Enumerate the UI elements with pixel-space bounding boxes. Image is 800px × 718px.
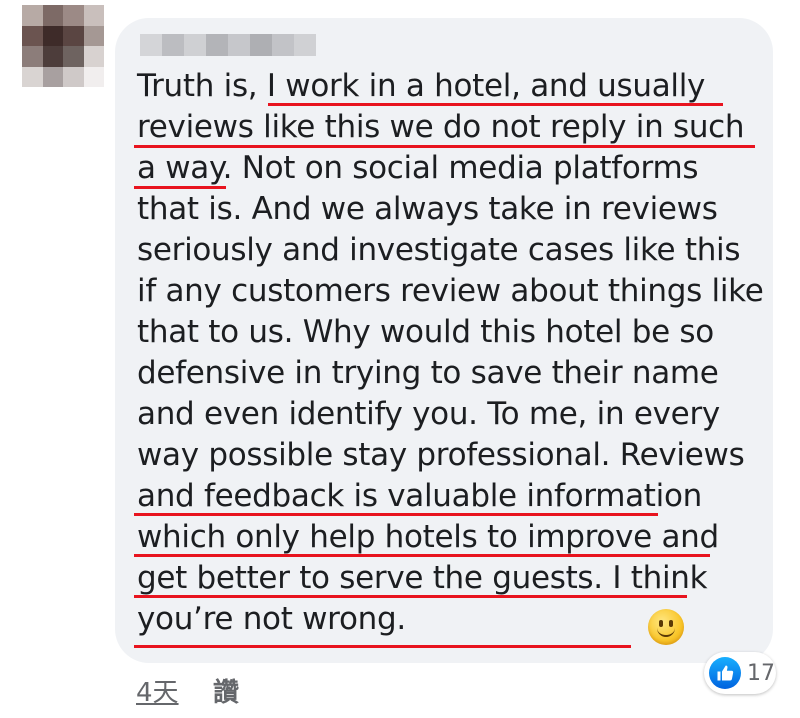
- reactions-summary[interactable]: 17: [704, 652, 776, 694]
- annotation-underline: [268, 103, 723, 106]
- annotation-underline: [134, 554, 710, 557]
- reaction-count: 17: [747, 660, 775, 686]
- annotation-underline: [134, 145, 755, 148]
- commenter-name-blurred[interactable]: [140, 34, 316, 56]
- avatar[interactable]: [22, 5, 104, 87]
- like-button[interactable]: 讚: [213, 672, 239, 709]
- annotation-underline: [134, 513, 658, 516]
- annotation-underline: [134, 186, 226, 189]
- slightly-smiling-face-icon: [648, 609, 684, 645]
- annotation-underline: [134, 645, 631, 648]
- thumbs-up-icon: [709, 657, 741, 689]
- comment-timestamp-link[interactable]: 4天: [136, 672, 179, 709]
- annotation-underline: [134, 595, 687, 598]
